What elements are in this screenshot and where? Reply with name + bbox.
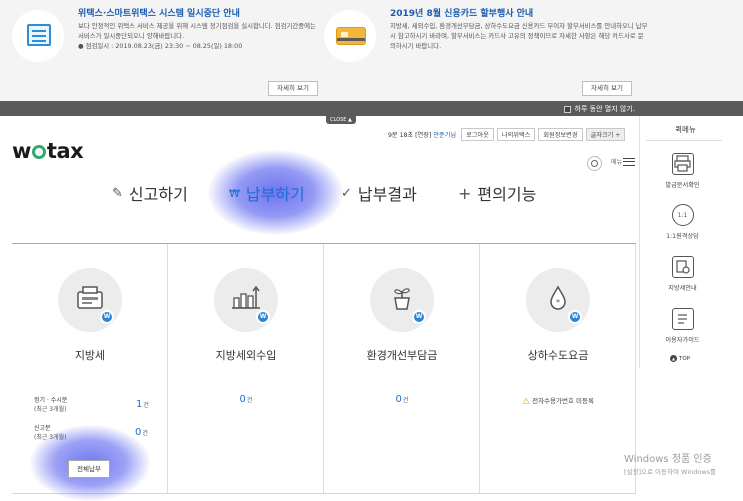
all-menu-button[interactable]: 메뉴	[611, 157, 636, 166]
warning-icon: ⚠	[522, 397, 531, 407]
card-title[interactable]: 지방세	[12, 347, 168, 363]
notice-close-bar: 하루 동안 열지 않기.	[0, 101, 743, 116]
notice-body: 지방세, 세외수입, 환경개선부담금, 상하수도요금 신용카드 무이자 할부서비…	[390, 22, 648, 50]
gnb-report[interactable]: ✎ 신고하기	[112, 181, 188, 205]
notice-strip: 위택스·스마트위택스 시스템 일시중단 안내 보다 안정적인 위택스 서비스 제…	[0, 0, 743, 101]
remote-support-icon: 1:1	[671, 204, 694, 226]
water-account-warning[interactable]: ⚠ 전자수용가번호 미등록	[480, 395, 636, 407]
notice-system-maintenance: 위택스·스마트위택스 시스템 일시중단 안내 보다 안정적인 위택스 서비스 제…	[0, 0, 330, 101]
gnb-convenience[interactable]: + 편의기능	[458, 181, 536, 205]
quick-menu-title: 퀵메뉴	[675, 125, 696, 134]
card-water-sewer-fee: * W 상하수도요금 ⚠ 전자수용가번호 미등록	[480, 244, 636, 493]
wetax-badge-icon: W	[568, 310, 582, 324]
notice-close-tab[interactable]: CLOSE ▲	[326, 116, 356, 124]
card-title[interactable]: 상하수도요금	[480, 347, 636, 363]
water-drop-icon[interactable]: * W	[526, 268, 590, 332]
notice-detail-button[interactable]: 자세히 보기	[268, 81, 318, 96]
session-user: 9분 18초 [연장] 안준기님	[388, 132, 457, 139]
windows-activation-watermark: Windows 정품 인증 [설정]으로 이동하여 Windows를	[624, 454, 717, 476]
arrow-up-icon: ▲	[670, 355, 677, 362]
non-tax-count[interactable]: 0건	[168, 394, 324, 405]
printer-icon	[671, 153, 694, 175]
svg-text:1:1: 1:1	[677, 212, 687, 219]
day-close-checkbox[interactable]	[563, 105, 571, 113]
card-non-tax-revenue: W 지방세외수입 0건	[168, 244, 324, 493]
menu-label: 메뉴	[611, 159, 623, 166]
quick-local-tax-guide[interactable]: 지방세안내	[640, 256, 725, 292]
quick-menu-divider	[646, 140, 722, 141]
gnb-payment-result[interactable]: ✓ 납부결과	[341, 181, 417, 205]
quick-remote-support[interactable]: 1:1 1:1원격상담	[640, 204, 725, 240]
svg-text:*: *	[556, 298, 560, 307]
utility-bar: 9분 18초 [연장] 안준기님 로그아웃 나의위택스 회원정보변경 글자크기 …	[388, 128, 626, 141]
logout-button[interactable]: 로그아웃	[461, 128, 494, 141]
wetax-badge-icon: W	[100, 310, 114, 324]
search-icon[interactable]	[587, 156, 602, 171]
wetax-badge-icon: W	[256, 310, 270, 324]
day-close-label: 하루 동안 열지 않기.	[574, 105, 635, 113]
plant-pot-icon[interactable]: W	[370, 268, 434, 332]
notice-body: 보다 안정적인 위택스 서비스 제공을 위해 시스템 정기점검을 실시합니다. …	[78, 22, 316, 50]
notice-detail-button[interactable]: 자세히 보기	[582, 81, 632, 96]
scroll-top-button[interactable]: ▲ TOP	[670, 355, 690, 362]
notice-card-installment: 2019년 8월 신용카드 할부행사 안내 지방세, 세외수입, 환경개선부담금…	[320, 0, 650, 101]
pay-all-button[interactable]: 전체납부	[68, 460, 110, 478]
wetax-logo[interactable]: w tax	[12, 139, 84, 163]
wetax-badge-icon: W	[412, 310, 426, 324]
my-wetax-button[interactable]: 나의위택스	[496, 128, 536, 141]
gnb-payment[interactable]: ₩ 납부하기	[229, 181, 305, 205]
credit-card-icon	[324, 10, 376, 62]
tax-guide-icon	[671, 256, 694, 278]
building-chart-icon[interactable]: W	[214, 268, 278, 332]
hamburger-icon	[623, 157, 636, 166]
plus-icon: +	[458, 183, 472, 203]
regular-tax-count[interactable]: 1건	[136, 399, 149, 410]
font-size-button[interactable]: 글자크기 +	[585, 128, 626, 141]
notice-title[interactable]: 위택스·스마트위택스 시스템 일시중단 안내	[78, 6, 240, 19]
user-guide-icon	[671, 308, 694, 330]
pencil-icon: ✎	[112, 185, 123, 201]
edit-member-info-button[interactable]: 회원정보변경	[538, 128, 583, 141]
environment-charge-count[interactable]: 0건	[324, 394, 480, 405]
card-environment-charge: W 환경개선부담금 0건	[324, 244, 480, 493]
quick-menu: 퀵메뉴 발급문서확인 1:1 1:1원격상담 지방세안내 이용자가이드 ▲ TO…	[639, 116, 743, 368]
quick-issued-document-check[interactable]: 발급문서확인	[640, 153, 725, 189]
tax-machine-icon[interactable]: W	[58, 268, 122, 332]
card-title[interactable]: 환경개선부담금	[324, 347, 480, 363]
day-close-option[interactable]: 하루 동안 열지 않기.	[563, 104, 635, 114]
document-icon	[12, 10, 64, 62]
filed-tax-count[interactable]: 0건	[135, 427, 148, 438]
won-icon: ₩	[229, 186, 240, 200]
quick-user-guide[interactable]: 이용자가이드	[640, 308, 725, 344]
check-icon: ✓	[341, 185, 352, 201]
regular-tax-label: 정기 · 수시분 (최근 3개월)	[34, 397, 68, 413]
card-title[interactable]: 지방세외수입	[168, 347, 324, 363]
notice-title[interactable]: 2019년 8월 신용카드 할부행사 안내	[390, 6, 533, 19]
